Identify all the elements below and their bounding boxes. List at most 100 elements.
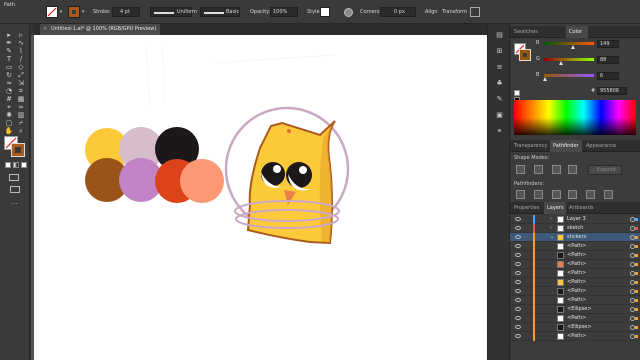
outline-button[interactable] (586, 190, 595, 199)
tab-color[interactable]: Color (569, 28, 582, 36)
channel-slider[interactable] (544, 42, 594, 45)
visibility-eye-icon[interactable] (515, 217, 521, 221)
tab-artboards[interactable]: Artboards (569, 204, 593, 212)
visibility-eye-icon[interactable] (515, 307, 521, 311)
visibility-eye-icon[interactable] (515, 280, 521, 284)
channel-value-field[interactable]: 6 (597, 72, 619, 80)
transform-button[interactable]: Transform (442, 9, 467, 15)
layer-row[interactable]: <Path> (510, 260, 640, 269)
merge-button[interactable] (552, 190, 561, 199)
tab-layers[interactable]: Layers (547, 204, 564, 212)
visibility-eye-icon[interactable] (515, 289, 521, 293)
draw-mode-icon[interactable] (9, 174, 19, 181)
visibility-eye-icon[interactable] (515, 325, 521, 329)
divide-button[interactable] (516, 190, 525, 199)
layer-row[interactable]: <Path> (510, 287, 640, 296)
layer-row[interactable]: ⌄ stickers (510, 233, 640, 242)
graphic-styles-icon[interactable]: ▣ (494, 110, 505, 121)
opacity-field[interactable]: 100% (270, 7, 298, 17)
stroke-swatch[interactable] (68, 6, 80, 18)
channel-value-field[interactable]: 88 (597, 56, 619, 64)
layer-row[interactable]: <Path> (510, 332, 640, 341)
style-swatch[interactable] (320, 7, 330, 17)
tab-properties[interactable]: Properties (514, 204, 539, 212)
channel-slider-thumb[interactable] (559, 61, 563, 65)
variable-width-profile-dropdown[interactable]: Uniform (150, 7, 197, 17)
body-dot-marker (287, 129, 291, 133)
none-mode-icon[interactable] (21, 162, 27, 168)
trim-button[interactable] (534, 190, 543, 199)
color-mode-icon[interactable] (5, 162, 11, 168)
fill-dropdown-icon[interactable]: ▾ (58, 6, 64, 18)
layer-row[interactable]: › Layer 3 (510, 215, 640, 224)
twirl-icon[interactable]: ⌄ (550, 234, 554, 241)
libraries-icon[interactable]: ▤ (494, 30, 505, 41)
symbols-icon[interactable]: ♣ (494, 78, 505, 89)
layer-row[interactable]: <Ellipse> (510, 305, 640, 314)
channel-slider-thumb[interactable] (543, 77, 547, 81)
brushes-icon[interactable]: ✎ (494, 94, 505, 105)
fill-swatch[interactable] (46, 6, 58, 18)
visibility-eye-icon[interactable] (515, 244, 521, 248)
layer-row[interactable]: <Path> (510, 278, 640, 287)
layer-row[interactable]: <Path> (510, 296, 640, 305)
visibility-eye-icon[interactable] (515, 262, 521, 266)
align-button[interactable]: Align (425, 9, 438, 15)
corners-field[interactable]: 0 px (380, 7, 416, 17)
isolate-icon[interactable] (470, 7, 480, 17)
out-of-gamut-white-icon[interactable] (514, 90, 520, 96)
zoom-tool-icon[interactable]: ⌕ (15, 126, 27, 136)
layer-row[interactable]: <Path> (510, 242, 640, 251)
tab-pathfinder[interactable]: Pathfinder (553, 142, 579, 150)
channel-value-field[interactable]: 149 (597, 40, 619, 48)
brush-line-icon (204, 12, 224, 14)
visibility-eye-icon[interactable] (515, 226, 521, 230)
visibility-eye-icon[interactable] (515, 235, 521, 239)
intersect-button[interactable] (552, 165, 561, 174)
twirl-icon[interactable]: › (550, 225, 552, 232)
links-icon[interactable]: ⚭ (494, 126, 505, 137)
brush-definition-dropdown[interactable]: Basic (200, 7, 240, 17)
color-stroke-box[interactable] (519, 49, 531, 61)
align-icon[interactable]: ≡ (494, 62, 505, 73)
unite-button[interactable] (516, 165, 525, 174)
crop-button[interactable] (568, 190, 577, 199)
visibility-eye-icon[interactable] (515, 271, 521, 275)
tab-transparency[interactable]: Transparency (514, 142, 547, 150)
hex-field[interactable]: 955806 (597, 87, 627, 95)
visibility-eye-icon[interactable] (515, 253, 521, 257)
expand-button[interactable]: Expand (588, 165, 622, 175)
visibility-eye-icon[interactable] (515, 334, 521, 338)
channel-slider[interactable] (544, 74, 594, 77)
minus-back-button[interactable] (604, 190, 613, 199)
color-spectrum[interactable] (514, 100, 636, 135)
close-tab-icon[interactable]: × (43, 26, 47, 33)
stroke-weight-field[interactable]: 4 pt (112, 7, 140, 17)
layer-row[interactable]: <Path> (510, 314, 640, 323)
document-tab[interactable]: × Untitled-1.ai* @ 100% (RGB/GPU Preview… (40, 24, 160, 35)
screen-mode-icon[interactable] (10, 186, 20, 193)
tab-swatches[interactable]: Swatches (514, 28, 538, 36)
exclude-button[interactable] (568, 165, 577, 174)
tab-appearance[interactable]: Appearance (586, 142, 616, 150)
artboard[interactable] (34, 35, 487, 360)
layer-row[interactable]: <Ellipse> (510, 323, 640, 332)
recolor-artwork-icon[interactable] (344, 8, 353, 17)
stroke-color-box[interactable] (11, 143, 25, 157)
more-tools-icon[interactable]: ··· (11, 200, 18, 208)
layer-name: Layer 3 (567, 216, 586, 222)
hand-tool-icon[interactable]: ✋ (3, 126, 15, 136)
color-swatch-circle[interactable] (180, 159, 224, 203)
visibility-eye-icon[interactable] (515, 316, 521, 320)
channel-slider-thumb[interactable] (571, 45, 575, 49)
minus-front-button[interactable] (534, 165, 543, 174)
layer-row[interactable]: <Path> (510, 269, 640, 278)
channel-slider[interactable] (544, 58, 594, 61)
transform-icon[interactable]: ⊞ (494, 46, 505, 57)
layer-row[interactable]: › sketch (510, 224, 640, 233)
layer-row[interactable]: <Path> (510, 251, 640, 260)
gradient-mode-icon[interactable] (13, 162, 19, 168)
twirl-icon[interactable]: › (550, 216, 552, 223)
visibility-eye-icon[interactable] (515, 298, 521, 302)
stroke-dropdown-icon[interactable]: ▾ (80, 6, 86, 18)
